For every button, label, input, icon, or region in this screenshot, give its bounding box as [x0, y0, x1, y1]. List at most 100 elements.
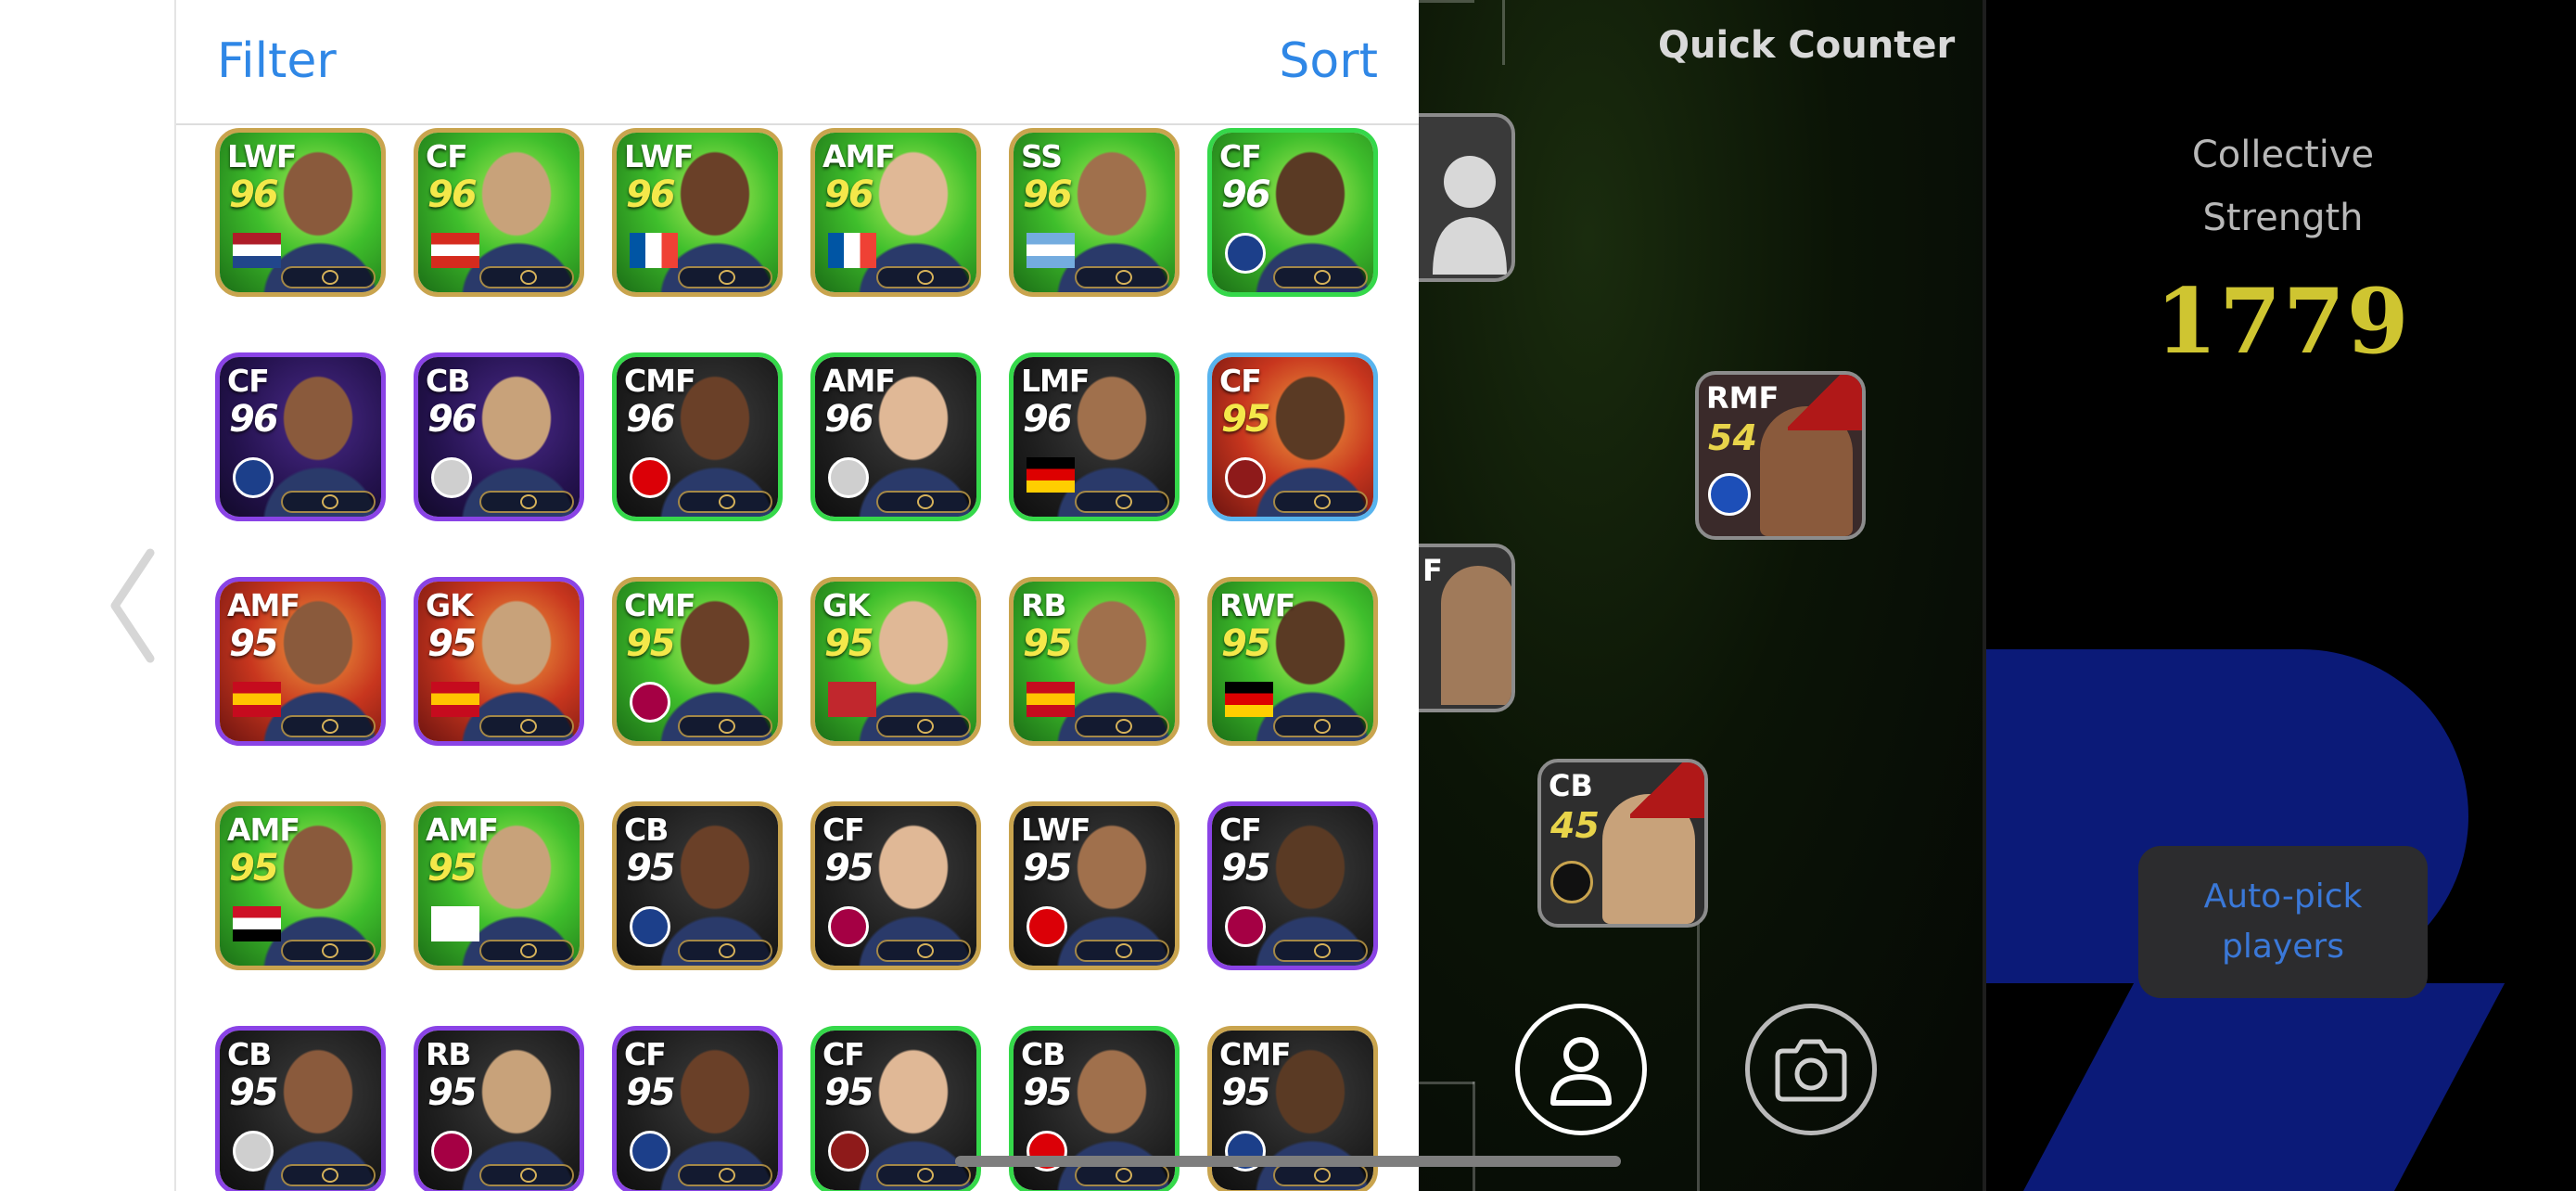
- player-card[interactable]: CB 95: [612, 801, 783, 970]
- player-card[interactable]: LWF 95: [1009, 801, 1180, 970]
- player-position: RB: [1021, 587, 1067, 623]
- card-skill-bar: [678, 266, 772, 288]
- barcelona-crest-icon: [1225, 906, 1266, 947]
- coin-icon: [1116, 270, 1132, 285]
- coin-icon: [1116, 719, 1132, 734]
- player-rating: 96: [1023, 398, 1073, 441]
- field-player-card[interactable]: [1419, 113, 1515, 282]
- player-position: CMF: [624, 363, 696, 399]
- player-card[interactable]: RWF 95: [1207, 577, 1378, 746]
- player-card[interactable]: LMF 96: [1009, 352, 1180, 521]
- coin-icon: [322, 1168, 338, 1183]
- card-skill-bar: [479, 491, 574, 513]
- player-card[interactable]: CF 96: [1207, 128, 1378, 297]
- coin-icon: [322, 494, 338, 509]
- player-card[interactable]: AMF 95: [215, 577, 386, 746]
- player-card[interactable]: CF 95: [1207, 801, 1378, 970]
- player-position: CMF: [624, 587, 696, 623]
- player-card[interactable]: SS 96: [1009, 128, 1180, 297]
- card-skill-bar: [1075, 715, 1169, 737]
- player-card[interactable]: CMF 95: [612, 577, 783, 746]
- player-card[interactable]: RB 95: [1009, 577, 1180, 746]
- field-player-card[interactable]: RMF 54: [1695, 371, 1866, 540]
- coin-icon: [917, 494, 934, 509]
- player-card[interactable]: GK 95: [414, 577, 584, 746]
- club-crest-icon: [828, 457, 869, 498]
- card-skill-bar: [1075, 491, 1169, 513]
- team-info-panel: Collective Strength 1779 Auto-pick playe…: [1983, 0, 2576, 1191]
- player-card[interactable]: CF 95: [810, 801, 981, 970]
- player-silhouette-icon: [1433, 156, 1507, 275]
- barcelona-crest-icon: [828, 906, 869, 947]
- player-card[interactable]: CF 95: [810, 1026, 981, 1191]
- user-icon: [1550, 1037, 1612, 1106]
- field-player-rating: 54: [1708, 417, 1757, 458]
- player-rating: 96: [229, 398, 279, 441]
- coin-icon: [520, 1168, 537, 1183]
- player-card[interactable]: CF 95: [612, 1026, 783, 1191]
- player-card[interactable]: LWF 96: [612, 128, 783, 297]
- player-position: CF: [227, 363, 270, 399]
- player-card[interactable]: CMF 96: [612, 352, 783, 521]
- club-crest-icon: [431, 457, 472, 498]
- player-card[interactable]: CB 96: [414, 352, 584, 521]
- player-rating: 96: [626, 173, 676, 216]
- panel-header: Filter Sort: [176, 0, 1419, 125]
- coin-icon: [520, 943, 537, 958]
- coin-icon: [917, 719, 934, 734]
- field-player-rating: 45: [1550, 805, 1600, 846]
- player-card[interactable]: CF 95: [1207, 352, 1378, 521]
- canada-flag-icon: [431, 233, 479, 268]
- card-skill-bar: [1273, 940, 1368, 962]
- netherlands-flag-icon: [233, 233, 281, 268]
- coin-icon: [1314, 1168, 1331, 1183]
- card-skill-bar: [281, 940, 376, 962]
- player-position: CF: [624, 1036, 667, 1072]
- player-card[interactable]: AMF 96: [810, 128, 981, 297]
- player-rating: 95: [427, 622, 478, 665]
- screenshot-button[interactable]: [1745, 1004, 1877, 1135]
- player-position: GK: [426, 587, 474, 623]
- auto-pick-label-line2: players: [2222, 928, 2344, 966]
- auto-pick-button[interactable]: Auto-pick players: [2138, 846, 2428, 998]
- player-card[interactable]: CB 95: [215, 1026, 386, 1191]
- player-card[interactable]: AMF 96: [810, 352, 981, 521]
- club-crest-icon: [233, 1131, 274, 1172]
- barcelona-crest-icon: [431, 1131, 472, 1172]
- filter-button[interactable]: Filter: [217, 33, 337, 89]
- field-player-card[interactable]: F: [1419, 544, 1515, 712]
- player-card[interactable]: AMF 95: [215, 801, 386, 970]
- player-rating: 96: [427, 398, 478, 441]
- psg-crest-icon: [233, 457, 274, 498]
- player-rating: 95: [229, 847, 279, 890]
- player-card[interactable]: CF 96: [215, 352, 386, 521]
- coin-icon: [1116, 1168, 1132, 1183]
- coin-icon: [520, 270, 537, 285]
- sort-button[interactable]: Sort: [1279, 33, 1378, 89]
- card-skill-bar: [678, 715, 772, 737]
- player-card[interactable]: GK 95: [810, 577, 981, 746]
- player-card[interactable]: RB 95: [414, 1026, 584, 1191]
- collective-strength-label-line2: Strength: [2202, 197, 2364, 239]
- field-player-position: RMF: [1706, 380, 1779, 416]
- card-skill-bar: [281, 491, 376, 513]
- home-indicator[interactable]: [955, 1156, 1621, 1167]
- morocco-flag-icon: [828, 682, 876, 717]
- card-skill-bar: [678, 491, 772, 513]
- card-skill-bar: [281, 266, 376, 288]
- player-card[interactable]: CF 96: [414, 128, 584, 297]
- player-card[interactable]: LWF 96: [215, 128, 386, 297]
- player-rating: 95: [1023, 847, 1073, 890]
- player-position: CMF: [1219, 1036, 1292, 1072]
- arsenal-crest-icon: [1027, 906, 1067, 947]
- player-position: GK: [823, 587, 871, 623]
- player-profile-button[interactable]: [1515, 1004, 1647, 1135]
- card-skill-bar: [1273, 715, 1368, 737]
- field-player-position: CB: [1549, 768, 1593, 803]
- player-position: AMF: [227, 812, 300, 848]
- field-player-card[interactable]: CB 45: [1537, 759, 1708, 928]
- player-card[interactable]: AMF 95: [414, 801, 584, 970]
- chevron-left-icon[interactable]: [104, 545, 159, 666]
- player-rating: 95: [824, 1071, 874, 1114]
- card-skill-bar: [876, 1164, 971, 1186]
